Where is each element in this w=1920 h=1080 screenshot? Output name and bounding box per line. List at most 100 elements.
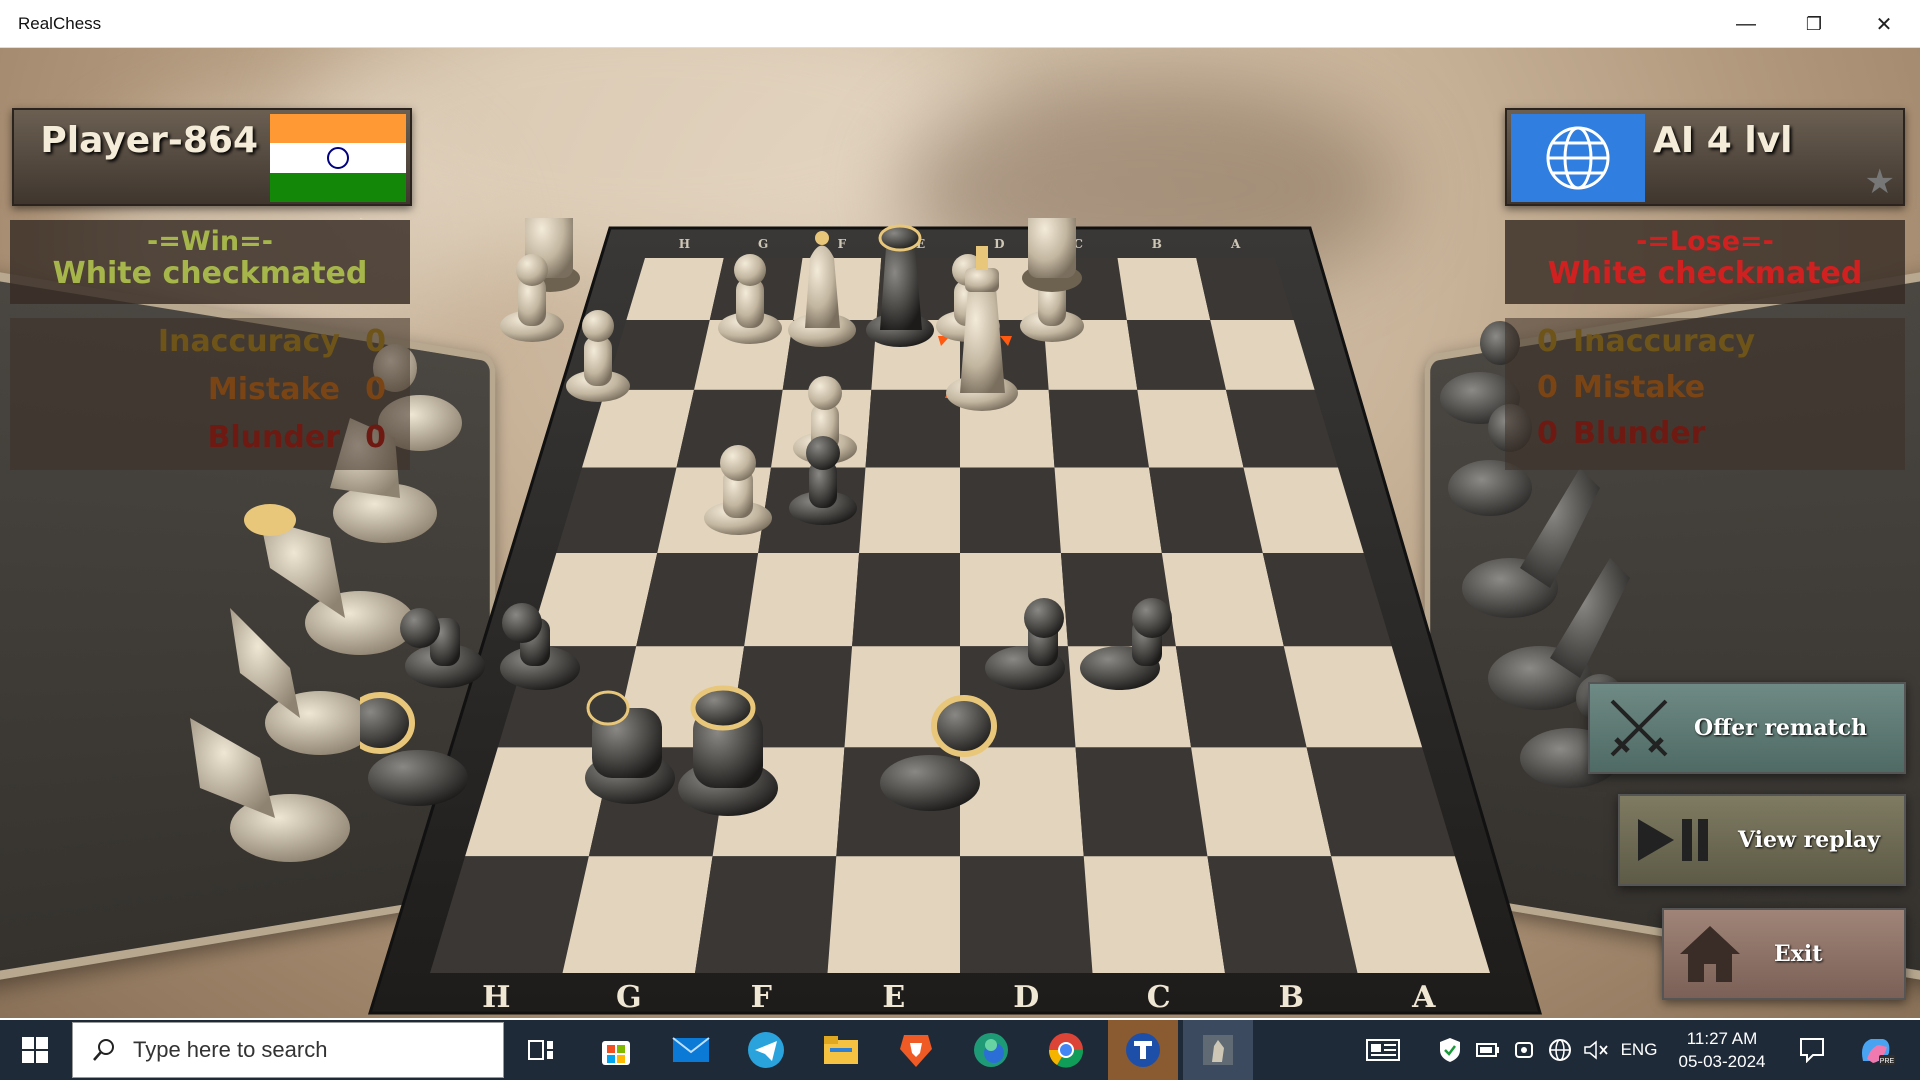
network-globe-icon[interactable]	[1542, 1020, 1578, 1080]
home-icon	[1680, 926, 1740, 982]
file-label-top: G	[758, 237, 768, 251]
board-square[interactable]	[695, 856, 837, 973]
windows-start-icon[interactable]	[2, 1020, 68, 1080]
globe-icon	[1511, 114, 1645, 202]
offer-rematch-label: Offer rematch	[1694, 715, 1868, 741]
stats-panel-right: 0 Inaccuracy 0 Mistake 0 Blunder	[1505, 318, 1905, 470]
file-label: B	[1279, 980, 1304, 1015]
player-name: Player-864	[40, 120, 258, 161]
file-label-top: H	[679, 237, 690, 251]
inaccuracy-value: 0	[1537, 324, 1558, 359]
board-square[interactable]	[636, 552, 759, 647]
clock-date: 05-03-2024	[1678, 1052, 1766, 1071]
file-label: H	[482, 980, 510, 1015]
board-square[interactable]	[859, 467, 960, 553]
news-widget-icon[interactable]	[1360, 1020, 1406, 1080]
play-pause-icon	[1638, 819, 1708, 861]
inaccuracy-label: Inaccuracy	[1573, 324, 1756, 359]
battery-icon[interactable]	[1470, 1020, 1506, 1080]
search-placeholder: Type here to search	[133, 1037, 328, 1062]
board-square[interactable]	[960, 747, 1084, 857]
security-shield-icon[interactable]	[1432, 1020, 1468, 1080]
board-square[interactable]	[1148, 467, 1263, 553]
exit-label: Exit	[1774, 941, 1823, 967]
file-label-top: B	[1152, 237, 1162, 251]
player-name: AI 4 lvl	[1653, 120, 1793, 161]
result-title: -=Lose=-	[1636, 226, 1774, 257]
result-detail: White checkmated	[1547, 256, 1863, 291]
result-panel-right: -=Lose=- White checkmated	[1505, 220, 1905, 304]
board-square[interactable]	[1207, 856, 1358, 973]
store-icon[interactable]	[583, 1020, 649, 1080]
board-square[interactable]	[1137, 389, 1244, 468]
mistake-value: 0	[365, 372, 386, 407]
board-square[interactable]	[1161, 552, 1284, 647]
mistake-value: 0	[1537, 370, 1558, 405]
board-square[interactable]	[1117, 258, 1211, 321]
camera-icon[interactable]	[1506, 1020, 1542, 1080]
player-card-left: Player-864	[12, 108, 412, 206]
exit-button[interactable]: Exit	[1662, 908, 1906, 1000]
board-square[interactable]	[1126, 320, 1226, 390]
realchess-icon[interactable]	[1183, 1020, 1253, 1080]
board-square[interactable]	[744, 552, 860, 647]
file-label-top: F	[838, 237, 847, 251]
star-icon: ★	[1864, 163, 1895, 201]
board-square[interactable]	[562, 856, 713, 973]
inaccuracy-value: 0	[365, 324, 386, 359]
board-square[interactable]	[960, 467, 1061, 553]
file-label: D	[1013, 980, 1039, 1015]
window-title: RealChess	[18, 13, 102, 33]
result-detail: White checkmated	[52, 256, 368, 291]
chrome-icon[interactable]	[1033, 1020, 1099, 1080]
file-explorer-icon[interactable]	[808, 1020, 874, 1080]
clock-time: 11:27 AM	[1686, 1029, 1758, 1048]
file-label: G	[616, 980, 642, 1015]
board-square[interactable]	[1191, 747, 1332, 857]
search-icon	[93, 1039, 114, 1061]
black-pawn[interactable]	[400, 608, 485, 688]
chess-board[interactable]: HGFEDCBAHGFEDCBA1234567812345678	[360, 218, 1560, 1018]
telegram-icon[interactable]	[733, 1020, 799, 1080]
mail-icon[interactable]	[658, 1020, 724, 1080]
file-label-top: A	[1230, 237, 1241, 251]
result-title: -=Win=-	[147, 226, 273, 257]
language-indicator[interactable]: ENG	[1614, 1020, 1664, 1080]
copilot-icon[interactable]: PRE	[1846, 1020, 1906, 1080]
svg-text:PRE: PRE	[1880, 1058, 1895, 1065]
blunder-value: 0	[365, 420, 386, 455]
taskbar-search-box[interactable]: Type here to search	[72, 1022, 504, 1078]
t-app-icon[interactable]	[1108, 1020, 1178, 1080]
speaker-muted-icon[interactable]	[1578, 1020, 1614, 1080]
edge-icon[interactable]	[958, 1020, 1024, 1080]
clock[interactable]: 11:27 AM 05-03-2024	[1666, 1020, 1778, 1080]
board-square[interactable]	[960, 856, 1093, 973]
file-label: F	[751, 980, 772, 1015]
restore-button[interactable]: ❐	[1780, 0, 1848, 48]
board-square[interactable]	[1048, 389, 1149, 468]
board-square[interactable]	[1175, 646, 1307, 748]
board-square[interactable]	[852, 552, 960, 647]
file-label-top: D	[994, 237, 1004, 251]
mistake-label: Mistake	[207, 372, 340, 407]
brave-icon[interactable]	[883, 1020, 949, 1080]
offer-rematch-button[interactable]: Offer rematch	[1588, 682, 1906, 774]
board-square[interactable]	[1083, 856, 1225, 973]
notifications-icon[interactable]	[1790, 1020, 1834, 1080]
task-view-icon[interactable]	[508, 1020, 574, 1080]
white-rook[interactable]	[1022, 218, 1082, 292]
minimize-button[interactable]: —	[1712, 0, 1780, 48]
file-label: A	[1411, 980, 1436, 1015]
close-button[interactable]: ✕	[1850, 0, 1918, 48]
board-square[interactable]	[827, 856, 961, 973]
view-replay-button[interactable]: View replay	[1618, 794, 1906, 886]
player-card-right: AI 4 lvl ★	[1505, 108, 1905, 206]
blunder-label: Blunder	[207, 420, 340, 455]
game-area: HGFEDCBAHGFEDCBA1234567812345678	[0, 48, 1920, 1018]
board-square[interactable]	[1075, 747, 1208, 857]
inaccuracy-label: Inaccuracy	[157, 324, 340, 359]
board-square[interactable]	[1054, 467, 1162, 553]
india-flag-icon	[270, 114, 406, 202]
board-square[interactable]	[865, 389, 960, 468]
taskbar: Type here to search ENG 11:27 AM 05-03-2…	[0, 1020, 1920, 1080]
